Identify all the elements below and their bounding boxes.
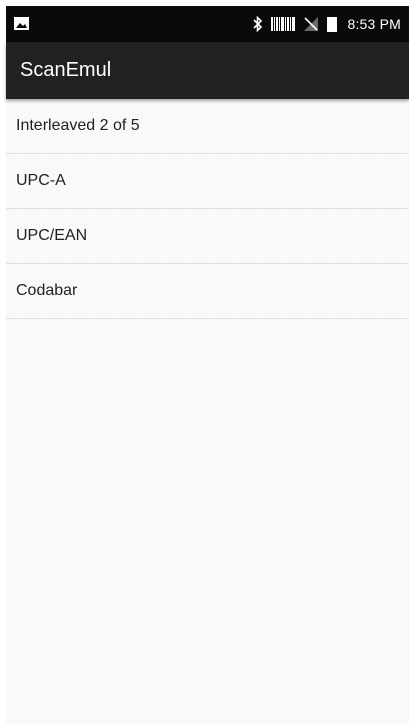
status-time: 8:53 PM <box>347 16 401 32</box>
bluetooth-icon <box>253 16 263 32</box>
battery-icon <box>327 16 338 32</box>
list-item-upc-ean[interactable]: UPC/EAN <box>6 209 409 264</box>
device-screen: 8:53 PM ScanEmul Interleaved 2 of 5 UPC-… <box>0 0 409 724</box>
list-item-upc-a[interactable]: UPC-A <box>6 154 409 209</box>
app-bar: ScanEmul <box>6 42 409 99</box>
list-item-interleaved-2-of-5[interactable]: Interleaved 2 of 5 <box>6 99 409 154</box>
list-item-codabar[interactable]: Codabar <box>6 264 409 319</box>
image-notification-icon <box>14 17 29 30</box>
list-item-label: UPC-A <box>16 172 66 189</box>
status-icons: 8:53 PM <box>253 6 401 42</box>
list-item-label: UPC/EAN <box>16 227 88 244</box>
no-signal-icon <box>303 16 319 32</box>
list-item-label: Interleaved 2 of 5 <box>16 117 140 134</box>
status-bar: 8:53 PM <box>6 6 409 42</box>
list-item-label: Codabar <box>16 282 78 299</box>
app-title: ScanEmul <box>20 59 112 81</box>
content-area: Interleaved 2 of 5 UPC-A UPC/EAN Codabar <box>6 99 409 724</box>
barcode-icon <box>271 16 296 32</box>
barcode-type-list: Interleaved 2 of 5 UPC-A UPC/EAN Codabar <box>6 99 409 319</box>
